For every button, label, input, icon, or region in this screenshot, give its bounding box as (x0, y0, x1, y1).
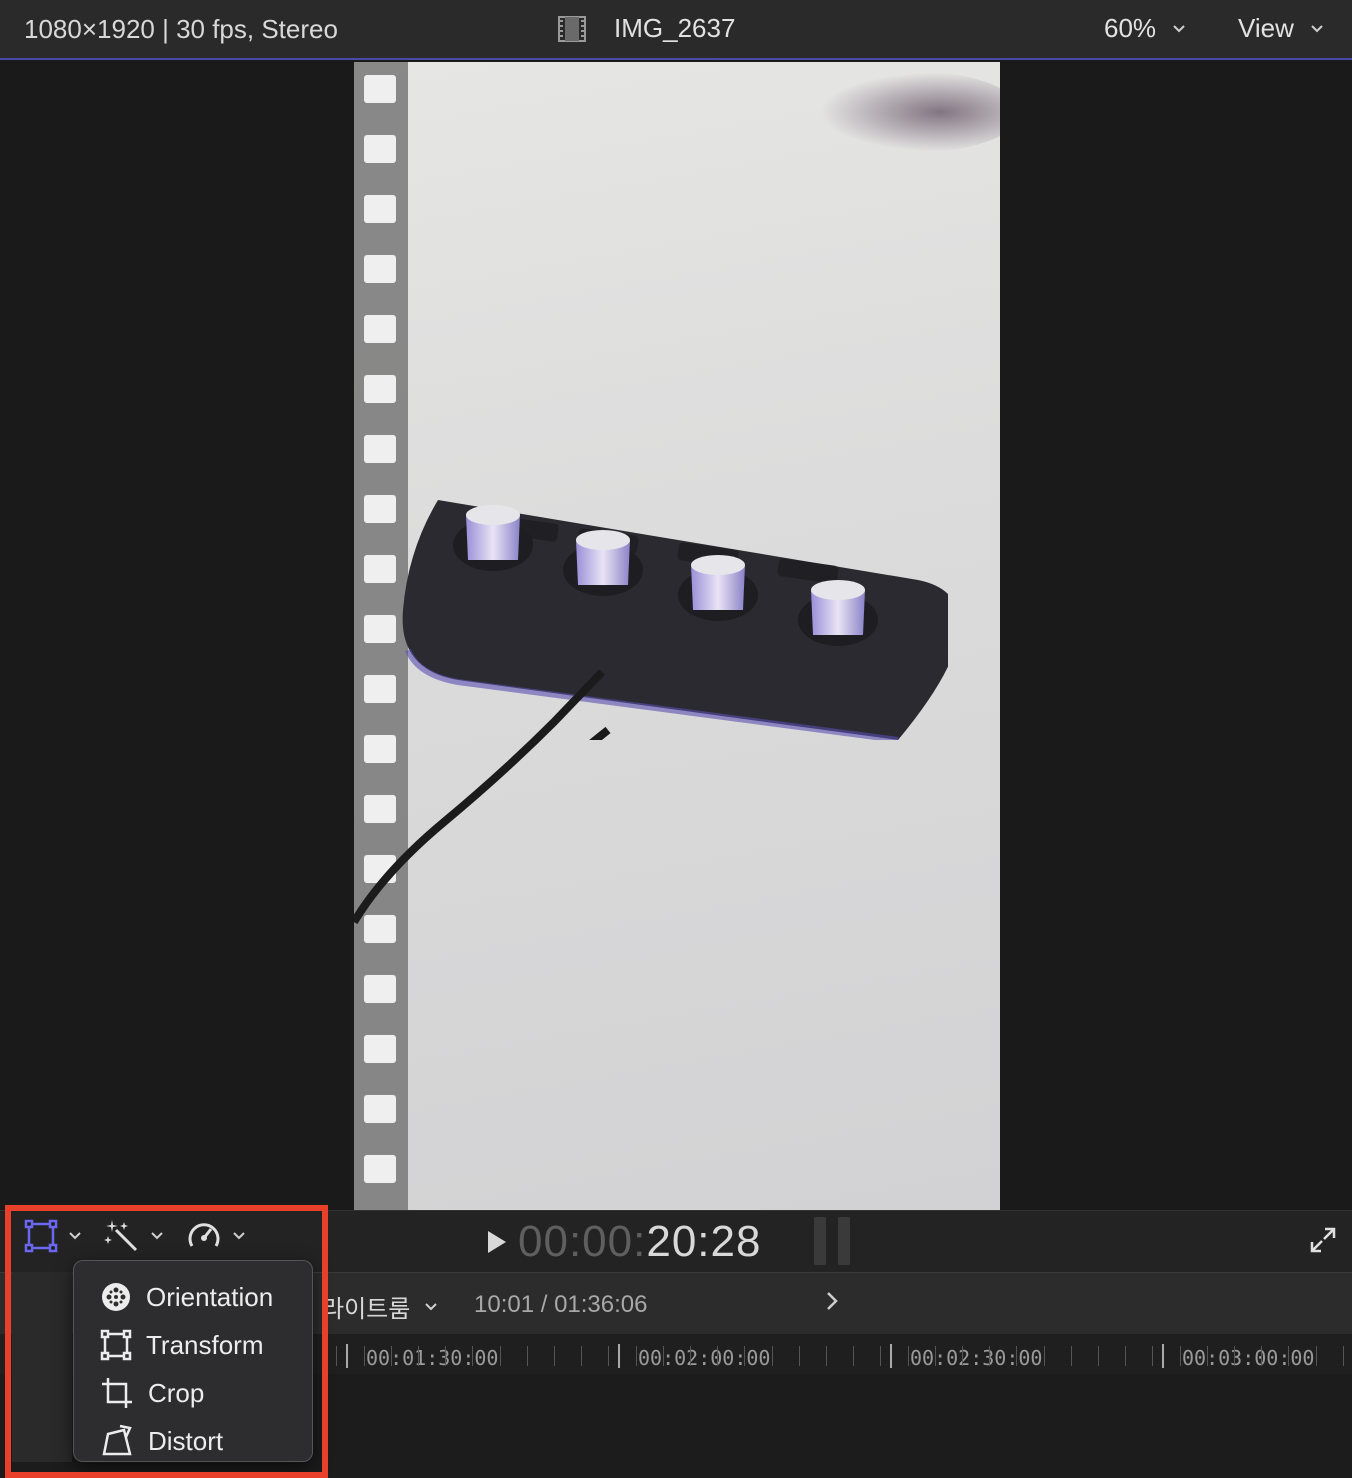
ruler-tick (908, 1346, 909, 1366)
format-info: 1080×1920 | 30 fps, Stereo (24, 14, 338, 44)
ruler-label: 00:01:30:00 (366, 1346, 499, 1370)
fullscreen-icon[interactable] (1308, 1225, 1338, 1255)
view-label: View (1238, 13, 1294, 43)
ruler-tick (772, 1346, 773, 1366)
play-icon[interactable] (486, 1229, 508, 1255)
ruler-tick (1234, 1346, 1235, 1366)
filmstrip-hole (363, 434, 397, 464)
ruler-tick (744, 1346, 745, 1366)
audio-meter-icon (814, 1217, 850, 1265)
ruler-tick (500, 1346, 501, 1366)
zoom-label: 60% (1104, 13, 1157, 43)
filmstrip-hole (363, 1034, 397, 1064)
video-content-cable (354, 669, 605, 925)
ruler-label: 00:03:00:00 (1182, 1346, 1315, 1370)
ruler-tick (1125, 1346, 1126, 1366)
ruler-label: 00:02:00:00 (638, 1346, 771, 1370)
ruler-tick (1207, 1346, 1208, 1366)
highlight-box (5, 1205, 328, 1478)
filmstrip-hole (363, 254, 397, 284)
ruler-tick (799, 1346, 800, 1366)
ruler-tick (663, 1346, 664, 1366)
filmstrip-hole (363, 74, 397, 104)
ruler-tick (391, 1346, 392, 1366)
chevron-down-icon (1173, 24, 1185, 32)
ruler-tick (336, 1346, 337, 1366)
project-popup[interactable]: 라이트룸 (322, 1289, 438, 1324)
ruler-tick (554, 1346, 555, 1366)
timeline-duration: 10:01 / 01:36:06 (474, 1291, 648, 1318)
view-popup[interactable]: View (1238, 13, 1324, 44)
ruler-tick (1016, 1346, 1017, 1366)
viewer-canvas[interactable] (0, 62, 1352, 1210)
chevron-down-icon (425, 1302, 438, 1310)
ruler-tick (962, 1346, 963, 1366)
ruler-tick (1152, 1346, 1153, 1366)
ruler-tick (1098, 1346, 1099, 1366)
ruler-tick (853, 1346, 854, 1366)
ruler-tick (717, 1346, 718, 1366)
ruler-tick (636, 1346, 637, 1366)
ruler-major-tick (346, 1344, 348, 1368)
ruler-tick (472, 1346, 473, 1366)
filmstrip-hole (363, 1094, 397, 1124)
filmstrip-hole (363, 374, 397, 404)
ruler-major-tick (1162, 1344, 1164, 1368)
video-smudge (820, 72, 1000, 152)
ruler-tick (418, 1346, 419, 1366)
clip-title: IMG_2637 (558, 13, 735, 44)
ruler-tick (935, 1346, 936, 1366)
ruler-tick (1071, 1346, 1072, 1366)
chevron-right-icon[interactable] (822, 1289, 842, 1313)
timecode-value: 20:28 (646, 1217, 762, 1266)
ruler-tick (826, 1346, 827, 1366)
filmstrip-hole (363, 194, 397, 224)
timecode-display[interactable]: 00:00: 20:28 (486, 1217, 761, 1267)
filmstrip-hole (363, 134, 397, 164)
ruler-tick (581, 1346, 582, 1366)
ruler-tick (989, 1346, 990, 1366)
ruler-major-tick (618, 1344, 620, 1368)
ruler-major-tick (890, 1344, 892, 1368)
viewer-header: 1080×1920 | 30 fps, Stereo IMG_2637 60% … (0, 0, 1352, 60)
ruler-tick (1316, 1346, 1317, 1366)
video-frame[interactable] (354, 62, 1000, 1210)
zoom-popup[interactable]: 60% (1104, 13, 1186, 44)
ruler-tick (1044, 1346, 1045, 1366)
filmstrip-hole (363, 1154, 397, 1184)
ruler-tick (1343, 1346, 1344, 1366)
ruler-tick (445, 1346, 446, 1366)
ruler-tick (527, 1346, 528, 1366)
ruler-tick (690, 1346, 691, 1366)
timecode-prefix: 00:00: (518, 1217, 647, 1266)
filmstrip-hole (363, 314, 397, 344)
ruler-label: 00:02:30:00 (910, 1346, 1043, 1370)
ruler-tick (364, 1346, 365, 1366)
film-icon (558, 15, 586, 42)
clip-name: IMG_2637 (614, 13, 736, 43)
ruler-tick (1261, 1346, 1262, 1366)
ruler-tick (1180, 1346, 1181, 1366)
chevron-down-icon (1311, 24, 1323, 32)
ruler-tick (880, 1346, 881, 1366)
ruler-tick (608, 1346, 609, 1366)
ruler-tick (1288, 1346, 1289, 1366)
project-name: 라이트룸 (322, 1296, 411, 1323)
